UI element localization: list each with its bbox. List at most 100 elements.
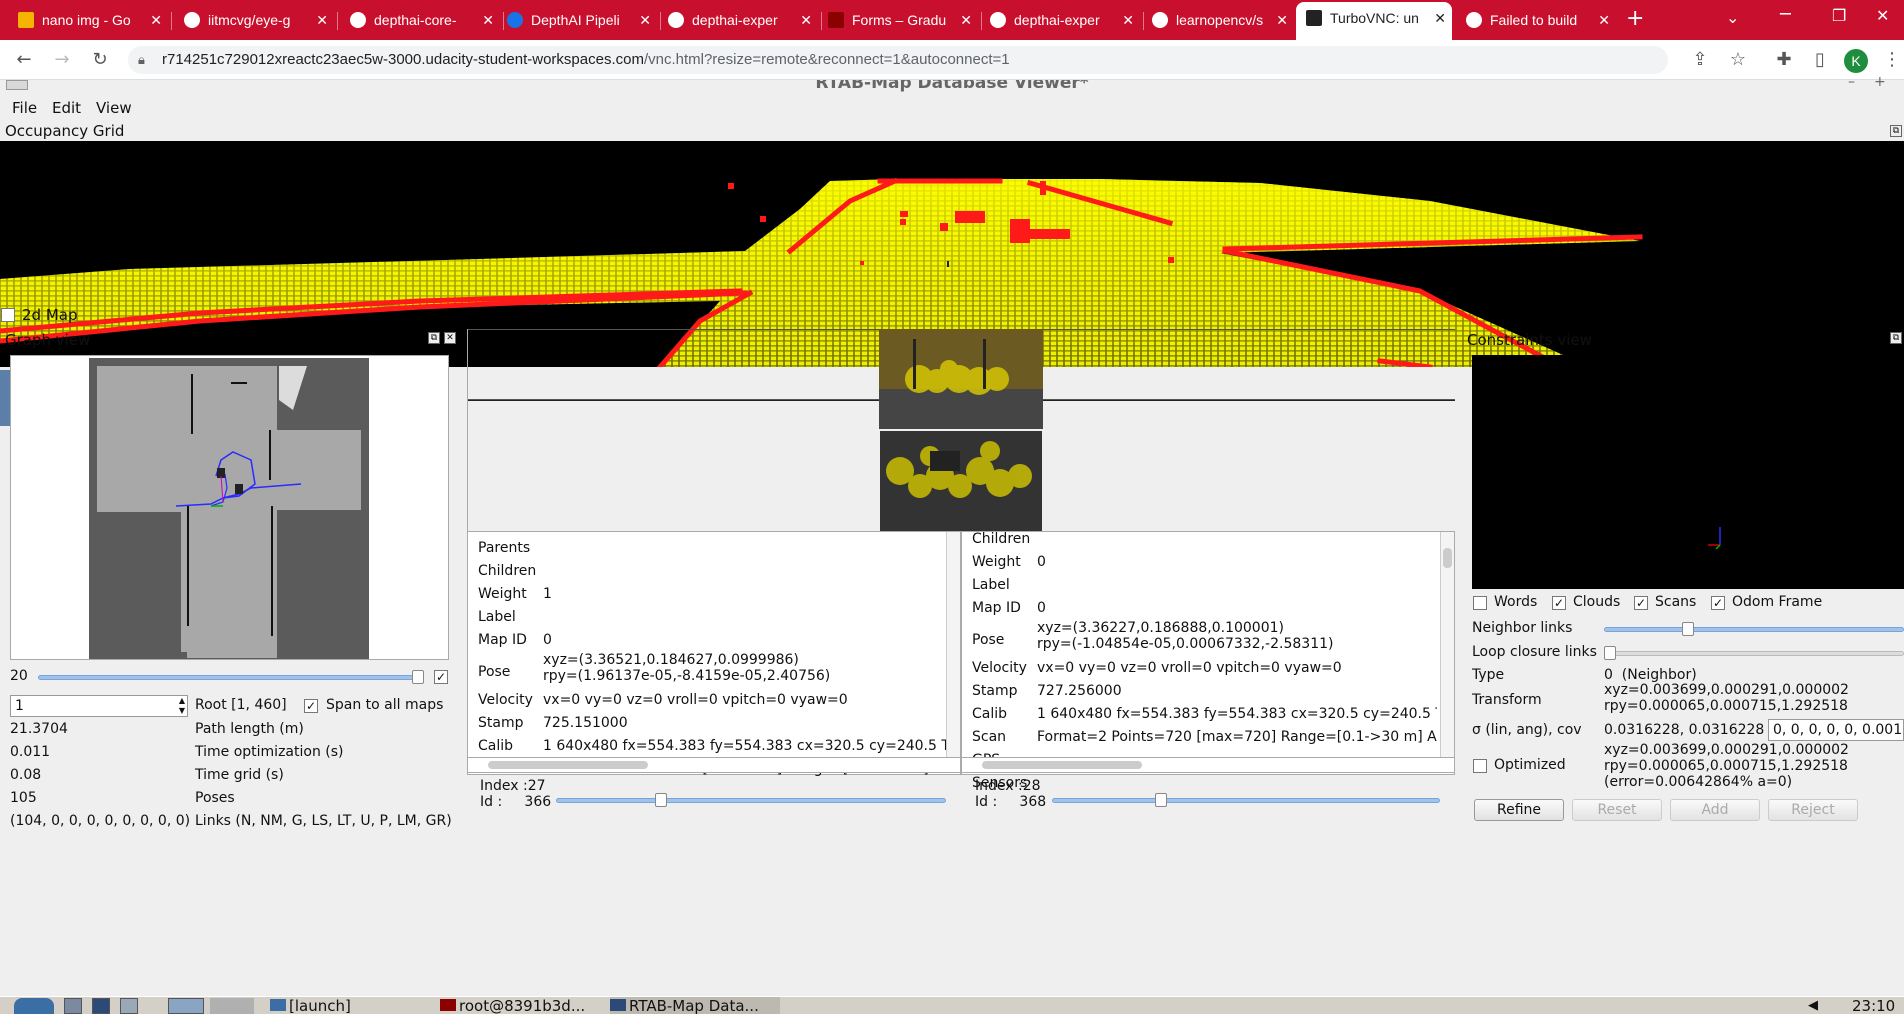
close-icon[interactable]: ✕	[1434, 2, 1446, 34]
reload-icon[interactable]: ↻	[88, 48, 112, 72]
desktop-icon[interactable]	[168, 998, 204, 1014]
neighbor-links-slider[interactable]	[1604, 627, 1904, 632]
covariance-field[interactable]: 0, 0, 0, 0, 0, 0.001	[1768, 719, 1904, 741]
dock-float-icon[interactable]: ⧉	[1890, 125, 1902, 137]
volume-icon[interactable]: ◀	[1808, 998, 1818, 1013]
scroll-thumb[interactable]	[488, 761, 648, 769]
graph-slider[interactable]	[38, 675, 423, 680]
optimized-checkbox[interactable]	[1473, 759, 1487, 773]
close-icon[interactable]: ✕	[960, 4, 972, 36]
node-a-slider-handle[interactable]	[655, 793, 668, 807]
terminal-icon[interactable]	[92, 998, 110, 1014]
side-panel-icon[interactable]: ▯	[1808, 48, 1832, 72]
info-key: Calib	[972, 706, 1008, 722]
tab-depthai-core[interactable]: depthai-core- ✕	[340, 4, 500, 36]
extensions-icon[interactable]: ✚	[1772, 48, 1796, 72]
graph-slider-checkbox[interactable]: ✓	[434, 670, 448, 684]
close-icon[interactable]: ✕	[316, 4, 328, 36]
reject-button[interactable]: Reject	[1768, 799, 1858, 821]
tab-forms[interactable]: Forms – Gradu ✕	[818, 4, 978, 36]
github-icon	[990, 12, 1006, 28]
maximize-icon[interactable]: +	[1874, 74, 1886, 90]
close-icon[interactable]: ✕	[800, 4, 812, 36]
loop-closure-slider[interactable]	[1604, 651, 1904, 656]
share-icon[interactable]: ⇪	[1688, 48, 1712, 72]
tab-nano-img[interactable]: nano img - Go ✕	[8, 4, 168, 36]
tab-depthai-exper-1[interactable]: depthai-exper ✕	[658, 4, 818, 36]
transform-label: Transform	[1472, 692, 1542, 708]
span-all-maps-checkbox[interactable]: ✓	[304, 699, 318, 713]
forward-icon[interactable]: →	[50, 48, 74, 72]
file-manager-icon[interactable]	[64, 998, 82, 1014]
workspace-switcher[interactable]	[210, 998, 254, 1014]
start-menu-icon[interactable]	[14, 998, 54, 1014]
tab-iitmcvg[interactable]: iitmcvg/eye-g ✕	[174, 4, 334, 36]
taskbar-item-rtabmap[interactable]: RTAB-Map Data...	[610, 997, 780, 1014]
dock-close-icon[interactable]: ✕	[444, 332, 456, 344]
index-b: Index :28	[975, 778, 1041, 794]
url-host: r714251c729012xreactc23aec5w-3000.udacit…	[162, 51, 644, 68]
dock-float-icon[interactable]: ⧉	[428, 332, 440, 344]
node-info-a-vscroll[interactable]	[946, 532, 960, 760]
new-tab-icon[interactable]: +	[1626, 6, 1644, 31]
menu-file[interactable]: File	[12, 96, 37, 120]
graph-view-canvas[interactable]	[10, 355, 449, 660]
neighbor-links-handle[interactable]	[1682, 622, 1694, 636]
optimized-xyz: xyz=0.003699,0.000291,0.000002	[1604, 742, 1849, 758]
image-view-a[interactable]	[879, 329, 1043, 429]
words-checkbox[interactable]	[1473, 596, 1487, 610]
chevron-down-icon[interactable]: ⌄	[1726, 8, 1739, 27]
image-view-b[interactable]	[880, 431, 1042, 531]
menu-view[interactable]: View	[96, 96, 132, 120]
close-icon[interactable]: ✕	[150, 4, 162, 36]
info-key: Calib	[478, 738, 514, 754]
node-info-b-hscroll[interactable]	[961, 757, 1455, 773]
close-icon[interactable]: ✕	[639, 4, 651, 36]
tab-label: learnopencv/s	[1176, 12, 1264, 28]
loop-closure-handle[interactable]	[1604, 646, 1616, 660]
node-b-slider-handle[interactable]	[1154, 793, 1167, 807]
odom-frame-checkbox[interactable]: ✓	[1711, 596, 1725, 610]
node-info-a-hscroll[interactable]	[467, 757, 961, 773]
minimize-icon[interactable]: ─	[1780, 4, 1791, 25]
taskbar-item-launch[interactable]: [launch]	[270, 997, 430, 1014]
close-icon[interactable]: ✕	[482, 4, 494, 36]
taskbar-item-terminal[interactable]: root@8391b3d...	[440, 997, 600, 1014]
tab-depthai-pipeline[interactable]: DepthAI Pipeli ✕	[497, 4, 657, 36]
tab-learnopencv[interactable]: learnopencv/s ✕	[1142, 4, 1294, 36]
window-close-icon[interactable]: ✕	[1876, 6, 1889, 25]
restore-icon[interactable]: ❐	[1832, 6, 1846, 25]
map2d-label: 2d Map	[22, 306, 78, 324]
map2d-checkbox[interactable]	[1, 308, 15, 322]
browser-icon[interactable]	[120, 998, 138, 1014]
reset-button[interactable]: Reset	[1572, 799, 1662, 821]
info-key: Scan	[972, 729, 1007, 745]
dock-float-icon[interactable]: ⧉	[1890, 332, 1902, 344]
minimize-icon[interactable]: –	[1848, 74, 1855, 90]
menu-edit[interactable]: Edit	[52, 96, 81, 120]
scroll-thumb[interactable]	[982, 761, 1142, 769]
constraints-3d-view[interactable]	[1472, 355, 1904, 589]
bookmark-star-icon[interactable]: ☆	[1726, 48, 1750, 72]
back-icon[interactable]: ←	[12, 48, 36, 72]
scroll-thumb[interactable]	[1443, 548, 1452, 568]
close-icon[interactable]: ✕	[1598, 4, 1610, 36]
tab-failed-to-build[interactable]: Failed to build ✕	[1456, 4, 1616, 36]
profile-avatar[interactable]: K	[1844, 49, 1868, 73]
root-spinbox[interactable]: 1 ▲ ▼	[10, 695, 188, 717]
close-icon[interactable]: ✕	[1276, 4, 1288, 36]
add-button[interactable]: Add	[1670, 799, 1760, 821]
tab-turbovnc[interactable]: TurboVNC: un ✕	[1296, 2, 1452, 40]
graph-slider-handle[interactable]	[412, 670, 424, 684]
url-field[interactable]: 🔒︎ r714251c729012xreactc23aec5w-3000.uda…	[128, 46, 1668, 74]
close-icon[interactable]: ✕	[1122, 4, 1134, 36]
node-info-b-vscroll[interactable]	[1440, 532, 1454, 760]
tab-depthai-exper-2[interactable]: depthai-exper ✕	[980, 4, 1140, 36]
scans-checkbox[interactable]: ✓	[1634, 596, 1648, 610]
refine-button[interactable]: Refine	[1474, 799, 1564, 821]
node-b-slider[interactable]	[1052, 798, 1440, 803]
clouds-checkbox[interactable]: ✓	[1552, 596, 1566, 610]
node-a-slider[interactable]	[556, 798, 946, 803]
spin-arrows-icon[interactable]: ▲ ▼	[179, 696, 185, 716]
kebab-menu-icon[interactable]: ⋮	[1880, 48, 1904, 72]
